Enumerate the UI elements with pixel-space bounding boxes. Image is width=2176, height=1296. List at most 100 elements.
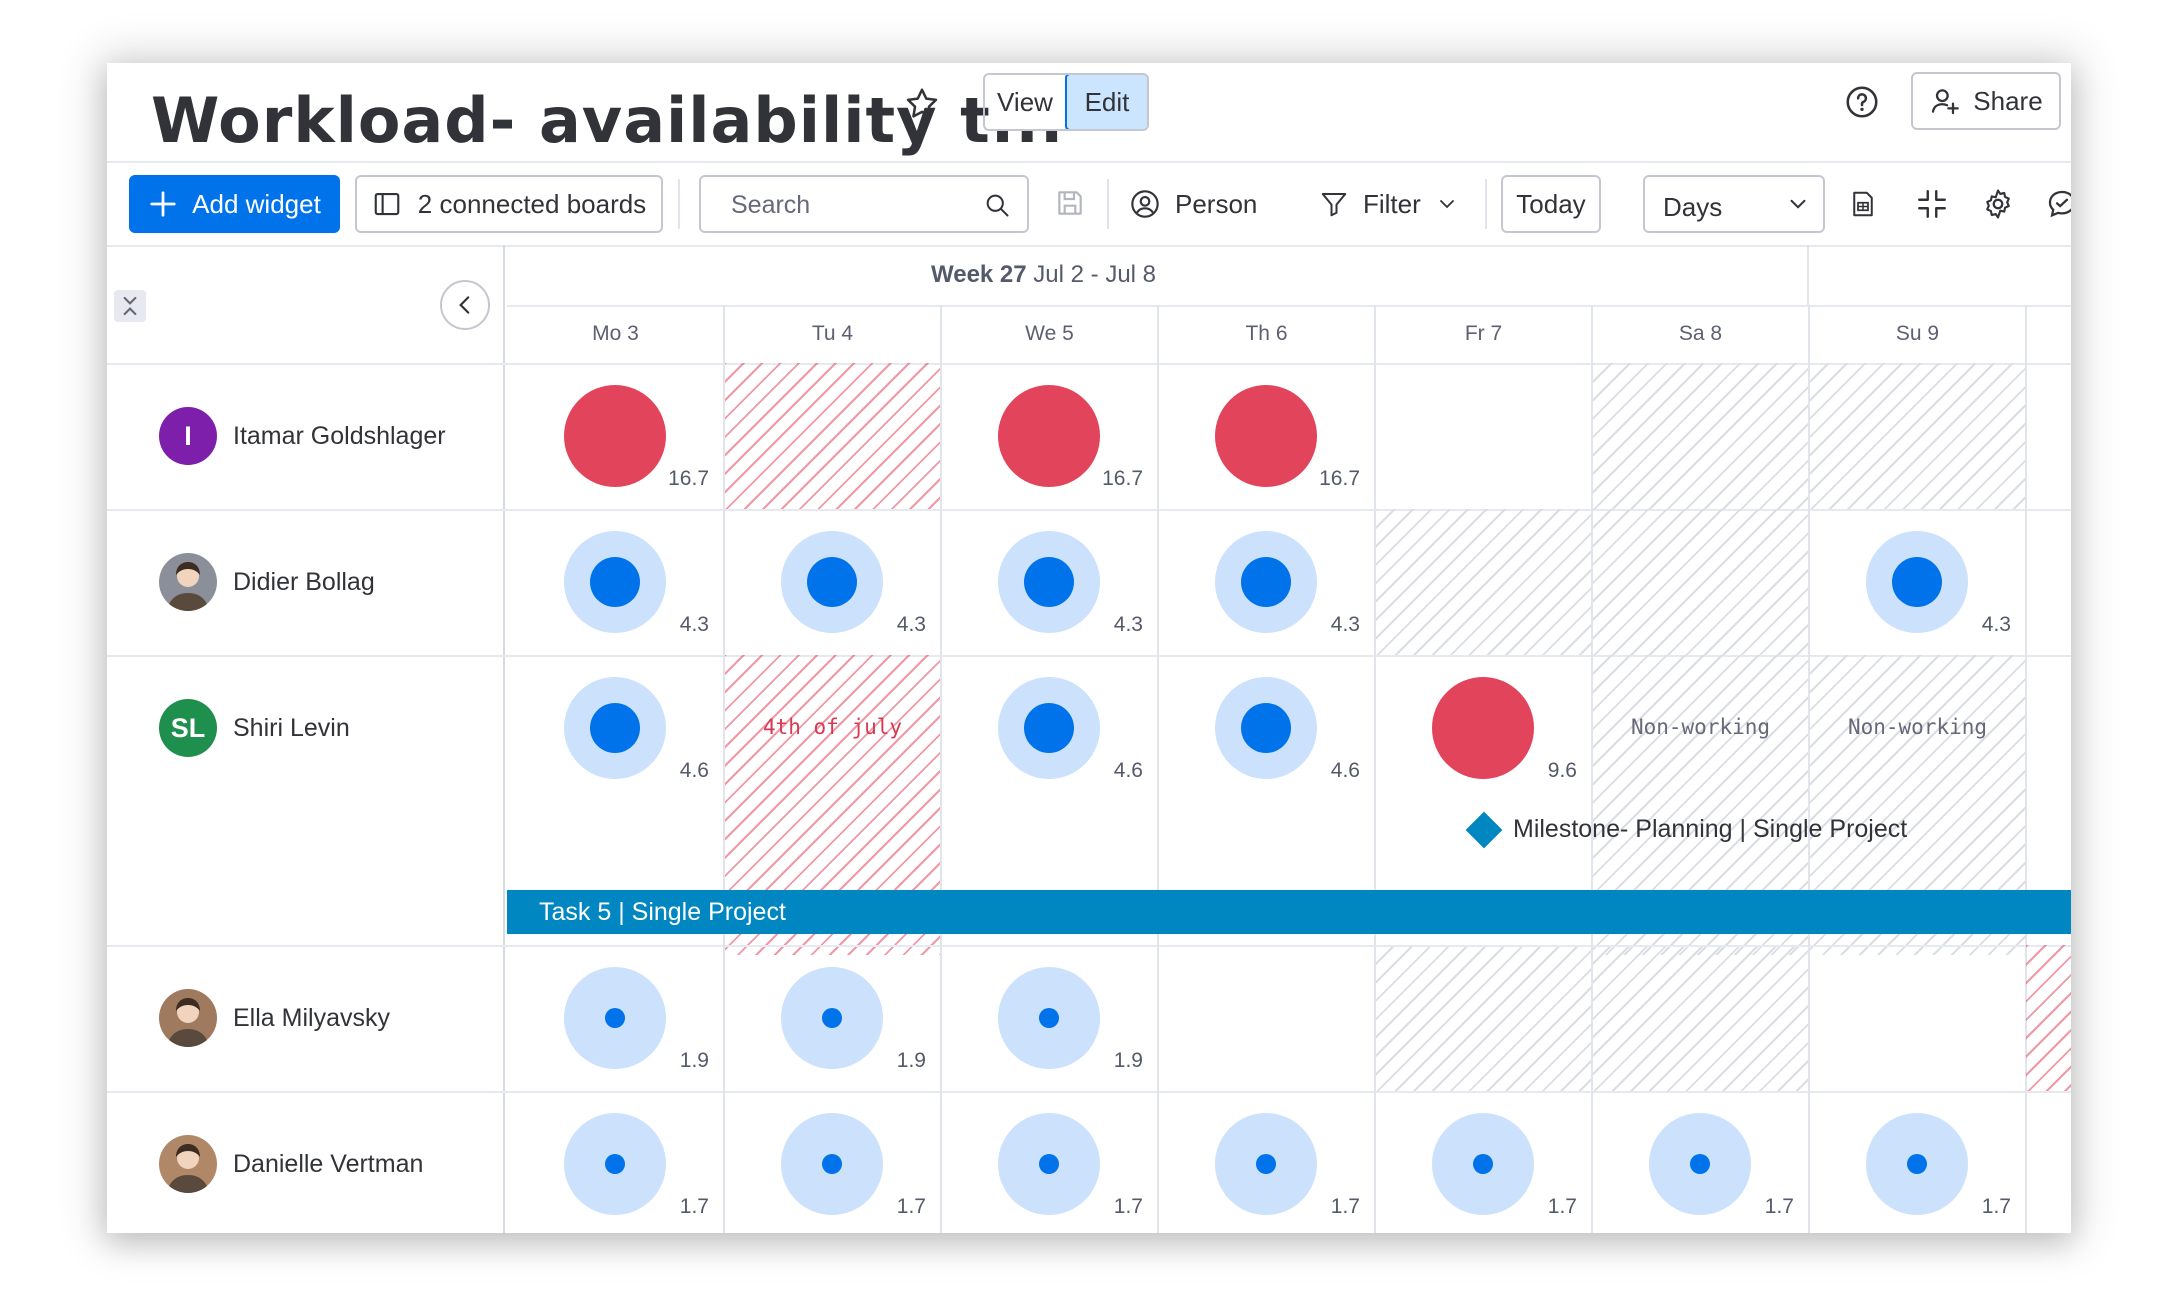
person-row-label[interactable]: Ella Milyavsky — [159, 989, 390, 1047]
person-filter-button[interactable]: Person — [1129, 175, 1257, 233]
filter-button[interactable]: Filter — [1319, 175, 1459, 233]
row-divider — [107, 945, 2071, 947]
edit-button[interactable]: Edit — [1065, 75, 1147, 129]
load-value: 1.9 — [896, 1049, 926, 1072]
day-column-divider — [940, 305, 942, 1233]
avatar: I — [159, 407, 217, 465]
connected-boards-label: 2 connected boards — [417, 188, 647, 219]
day-header: Mo 3 — [592, 322, 639, 345]
help-icon[interactable] — [1844, 84, 1880, 120]
day-column-divider — [1157, 305, 1159, 1233]
connected-boards-button[interactable]: 2 connected boards — [355, 175, 663, 233]
collapse-panel-button[interactable] — [440, 280, 490, 330]
day-column-divider — [1374, 305, 1376, 1233]
task-bar-label: Task 5 | Single Project — [539, 898, 786, 926]
row-divider — [107, 1091, 2071, 1093]
load-value: 16.7 — [1102, 467, 1143, 490]
load-value: 16.7 — [668, 467, 709, 490]
header-divider — [107, 161, 2071, 163]
days-select[interactable]: Days — [1643, 175, 1825, 233]
milestone[interactable]: Milestone- Planning | Single Project — [1465, 811, 1908, 848]
day-column-divider — [1591, 305, 1593, 1233]
load-dot — [1024, 557, 1074, 607]
person-name: Danielle Vertman — [233, 1149, 424, 1178]
load-dot — [590, 703, 640, 753]
non-working-label: Non-working — [1630, 715, 1771, 739]
person-label: Person — [1175, 188, 1258, 219]
avatar — [159, 553, 217, 611]
load-value: 4.3 — [679, 613, 709, 636]
load-value: 1.7 — [1764, 1195, 1794, 1218]
avatar — [159, 1135, 217, 1193]
week-number: Week 27 — [931, 261, 1027, 288]
day-column-divider — [2025, 305, 2027, 1233]
person-row-label[interactable]: Didier Bollag — [159, 553, 375, 611]
load-dot — [807, 557, 857, 607]
expand-collapse-rows-button[interactable] — [114, 290, 146, 322]
person-icon — [1129, 188, 1161, 220]
share-button[interactable]: Share — [1911, 72, 2061, 130]
chevron-down-icon — [1785, 191, 1811, 217]
day-header: Su 9 — [1895, 322, 1940, 345]
chevron-left-icon — [459, 296, 470, 314]
chevron-down-icon — [1435, 192, 1459, 216]
person-row-label[interactable]: Danielle Vertman — [159, 1135, 423, 1193]
export-icon[interactable] — [1848, 189, 1878, 219]
add-widget-label: Add widget — [192, 188, 321, 219]
day-header: Fr 7 — [1464, 322, 1503, 345]
non-working-cell — [1375, 945, 1592, 1091]
load-dot — [822, 1008, 842, 1028]
load-value: 4.3 — [896, 613, 926, 636]
non-working-cell — [1592, 945, 1809, 1091]
milestone-label: Milestone- Planning | Single Project — [1513, 815, 1908, 843]
load-value: 16.7 — [1319, 467, 1360, 490]
person-name: Didier Bollag — [233, 567, 375, 596]
load-value: 1.9 — [1113, 1049, 1143, 1072]
avatar: SL — [159, 699, 217, 757]
load-dot — [1024, 703, 1074, 753]
comment-icon[interactable] — [2045, 187, 2071, 221]
toolbar-divider — [678, 179, 680, 229]
today-button[interactable]: Today — [1501, 175, 1601, 233]
load-dot — [590, 557, 640, 607]
day-column-divider — [1808, 305, 1810, 1233]
week-divider — [507, 305, 2071, 307]
load-value: 1.7 — [679, 1195, 709, 1218]
load-dot — [1473, 1154, 1493, 1174]
filter-icon — [1319, 189, 1349, 219]
diamond-icon — [1465, 811, 1503, 848]
collapse-icon[interactable] — [1915, 187, 1949, 221]
view-button[interactable]: View — [985, 75, 1065, 129]
person-row-label[interactable]: I Itamar Goldshlager — [159, 407, 446, 465]
load-value: 9.6 — [1547, 759, 1577, 782]
week-separator — [1807, 245, 1809, 305]
workload-window: Workload- availability t... View Edit Sh… — [107, 63, 2071, 1233]
day-header: Th 6 — [1245, 322, 1288, 345]
load-value: 1.7 — [1981, 1195, 2011, 1218]
task-bar[interactable]: Task 5 | Single Project — [507, 890, 2071, 934]
non-working-cell — [1375, 509, 1592, 655]
load-value: 1.9 — [679, 1049, 709, 1072]
load-value: 4.6 — [1330, 759, 1360, 782]
days-value: Days — [1663, 192, 1723, 222]
load-value: 1.7 — [896, 1195, 926, 1218]
add-widget-button[interactable]: Add widget — [129, 175, 340, 233]
person-row-label[interactable]: SL Shiri Levin — [159, 699, 350, 757]
holiday-cell — [2026, 945, 2071, 1091]
search-input[interactable]: Search — [699, 175, 1029, 233]
search-icon[interactable] — [983, 191, 1011, 219]
load-value: 4.3 — [1330, 613, 1360, 636]
non-working-cell — [1592, 509, 1809, 655]
load-dot — [1241, 557, 1291, 607]
holiday-label: 4th of july — [762, 715, 903, 739]
non-working-cell — [1809, 363, 2026, 509]
settings-icon[interactable] — [1981, 187, 2015, 221]
load-dot — [605, 1008, 625, 1028]
save-icon[interactable] — [1054, 187, 1086, 219]
load-dot — [605, 1154, 625, 1174]
star-icon[interactable] — [903, 85, 941, 123]
plus-icon — [148, 189, 178, 219]
holiday-cell — [724, 363, 941, 509]
filter-label: Filter — [1363, 188, 1421, 219]
non-working-label: Non-working — [1847, 715, 1988, 739]
